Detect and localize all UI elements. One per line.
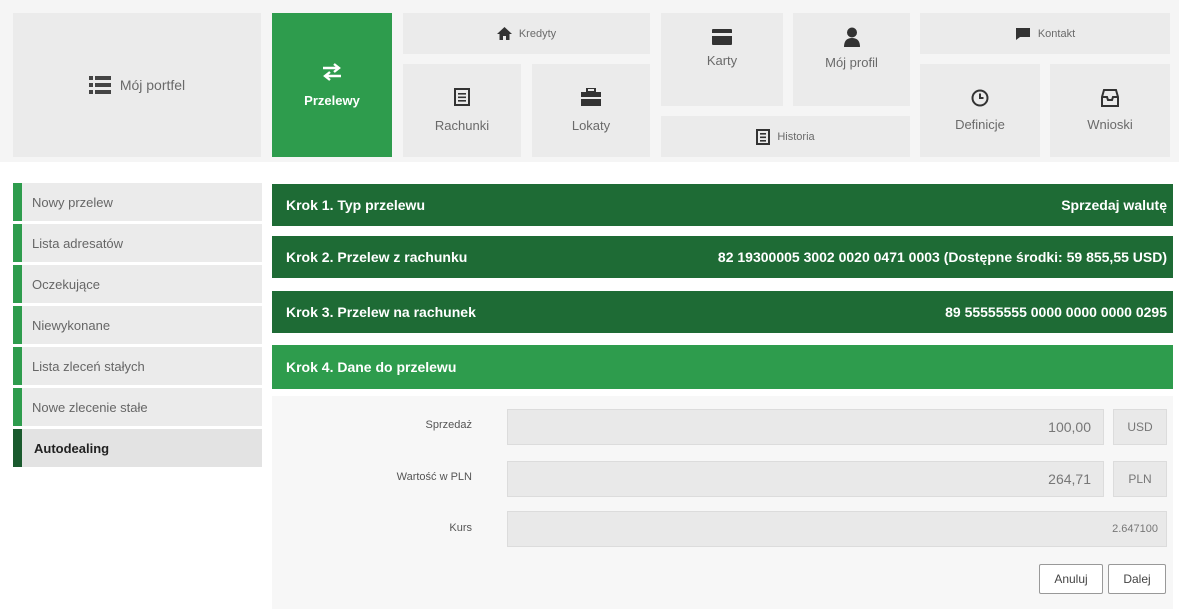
step-2-header[interactable]: Krok 2. Przelew z rachunku 82 19300005 3…	[272, 236, 1173, 278]
sidebar-item-oczekujace[interactable]: Oczekujące	[13, 265, 262, 303]
history-book-icon	[756, 128, 771, 145]
wartosc-pln-field[interactable]: 264,71	[507, 461, 1104, 497]
nav-historia-label: Historia	[777, 130, 815, 143]
sidebar-item-lista-zlecen-stalych[interactable]: Lista zleceń stałych	[13, 347, 262, 385]
credit-card-icon	[712, 29, 732, 45]
sidebar-item-label: Nowe zlecenie stałe	[32, 399, 148, 415]
nav-przelewy[interactable]: Przelewy	[272, 13, 392, 157]
step-1-value: Sprzedaj walutę	[1061, 197, 1167, 213]
nav-historia[interactable]: Historia	[661, 116, 910, 157]
sidebar-item-label: Autodealing	[34, 440, 110, 456]
sidebar-item-lista-adresatow[interactable]: Lista adresatów	[13, 224, 262, 262]
home-icon	[496, 27, 512, 40]
sidebar-item-label: Niewykonane	[32, 317, 111, 333]
sidebar-item-niewykonane[interactable]: Niewykonane	[13, 306, 262, 344]
sidebar-menu: Nowy przelew Lista adresatów Oczekujące …	[13, 183, 262, 470]
nav-przelewy-label: Przelewy	[304, 92, 360, 108]
nav-definicje[interactable]: Definicje	[920, 64, 1040, 157]
nav-rachunki-label: Rachunki	[434, 118, 490, 133]
inbox-icon	[1101, 89, 1119, 107]
wartosc-pln-value: 264,71	[1048, 471, 1091, 487]
nav-kredyty-label: Kredyty	[518, 27, 557, 40]
nav-definicje-label: Definicje	[955, 117, 1005, 132]
kurs-field: 2.647100	[507, 511, 1167, 547]
nav-lokaty-label: Lokaty	[571, 118, 611, 133]
list-icon	[88, 76, 111, 94]
clock-icon	[971, 89, 989, 107]
sidebar-item-label: Lista zleceń stałych	[32, 358, 145, 374]
step-3-header[interactable]: Krok 3. Przelew na rachunek 89 55555555 …	[272, 291, 1173, 333]
nav-kredyty[interactable]: Kredyty	[403, 13, 650, 54]
nav-kontakt-label: Kontakt	[1037, 27, 1076, 40]
sprzedaz-currency: USD	[1113, 409, 1167, 445]
step-4-title: Krok 4. Dane do przelewu	[286, 359, 457, 375]
kurs-label: Kurs	[449, 522, 472, 534]
cancel-button[interactable]: Anuluj	[1039, 564, 1103, 594]
wartosc-pln-label: Wartość w PLN	[396, 471, 472, 483]
nav-karty-label: Karty	[706, 53, 738, 68]
user-icon	[843, 27, 860, 47]
nav-rachunki[interactable]: Rachunki	[403, 64, 521, 157]
sidebar-item-label: Oczekujące	[32, 276, 100, 292]
step-2-title: Krok 2. Przelew z rachunku	[286, 249, 468, 265]
next-button[interactable]: Dalej	[1108, 564, 1166, 594]
sidebar-item-autodealing[interactable]: Autodealing	[13, 429, 262, 467]
nav-lokaty[interactable]: Lokaty	[532, 64, 650, 157]
step-1-title: Krok 1. Typ przelewu	[286, 197, 425, 213]
sprzedaz-label: Sprzedaż	[425, 419, 472, 431]
nav-wnioski[interactable]: Wnioski	[1050, 64, 1170, 157]
sidebar-item-label: Nowy przelew	[32, 194, 113, 210]
nav-moj-portfel[interactable]: Mój portfel	[13, 13, 261, 157]
document-icon	[454, 88, 470, 106]
wartosc-pln-currency: PLN	[1113, 461, 1167, 497]
sidebar-item-nowe-zlecenie-stale[interactable]: Nowe zlecenie stałe	[13, 388, 262, 426]
step-1-header[interactable]: Krok 1. Typ przelewu Sprzedaj walutę	[272, 184, 1173, 226]
nav-moj-profil[interactable]: Mój profil	[793, 13, 910, 106]
sprzedaz-amount-field[interactable]: 100,00	[507, 409, 1104, 445]
briefcase-icon	[581, 88, 601, 106]
kurs-value: 2.647100	[1112, 523, 1158, 535]
step-4-header: Krok 4. Dane do przelewu	[272, 345, 1173, 389]
sidebar-item-label: Lista adresatów	[32, 235, 124, 251]
nav-moj-profil-label: Mój profil	[825, 55, 878, 70]
step-3-title: Krok 3. Przelew na rachunek	[286, 304, 476, 320]
nav-moj-portfel-label: Mój portfel	[119, 77, 186, 93]
sidebar-item-nowy-przelew[interactable]: Nowy przelew	[13, 183, 262, 221]
transfer-arrows-icon	[321, 62, 343, 81]
sprzedaz-amount-value: 100,00	[1048, 419, 1091, 435]
nav-wnioski-label: Wnioski	[1087, 117, 1133, 132]
step-2-value: 82 19300005 3002 0020 0471 0003 (Dostępn…	[717, 249, 1167, 265]
chat-bubble-icon	[1015, 27, 1031, 41]
step-3-value: 89 55555555 0000 0000 0000 0295	[945, 304, 1167, 320]
nav-kontakt[interactable]: Kontakt	[920, 13, 1170, 54]
nav-karty[interactable]: Karty	[661, 13, 783, 106]
